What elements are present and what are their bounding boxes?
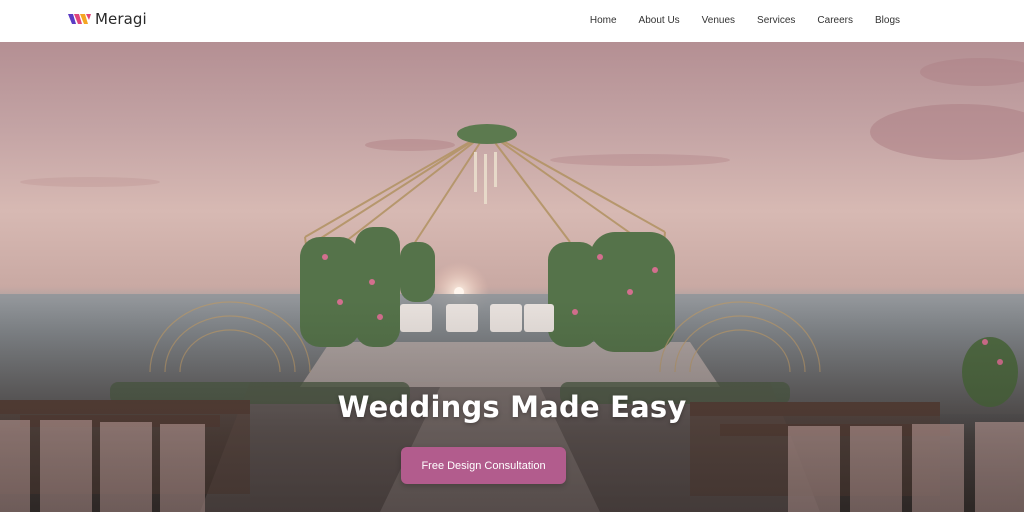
hero-title: Weddings Made Easy — [337, 390, 687, 424]
main-nav: Home About Us Venues Services Careers Bl… — [568, 14, 900, 28]
meragi-logo-icon — [68, 14, 91, 24]
nav-services[interactable]: Services — [757, 14, 795, 28]
hero-overlay — [0, 42, 1024, 512]
site-header: Meragi Home About Us Venues Services Car… — [0, 0, 1024, 42]
nav-blogs[interactable]: Blogs — [875, 14, 900, 28]
hero-section: Weddings Made Easy Free Design Consultat… — [0, 42, 1024, 512]
brand-logo[interactable]: Meragi — [68, 10, 147, 28]
brand-name: Meragi — [95, 10, 147, 28]
free-design-consultation-button[interactable]: Free Design Consultation — [401, 447, 566, 484]
nav-home[interactable]: Home — [590, 14, 617, 28]
nav-venues[interactable]: Venues — [702, 14, 735, 28]
nav-careers[interactable]: Careers — [817, 14, 853, 28]
nav-about-us[interactable]: About Us — [639, 14, 680, 28]
